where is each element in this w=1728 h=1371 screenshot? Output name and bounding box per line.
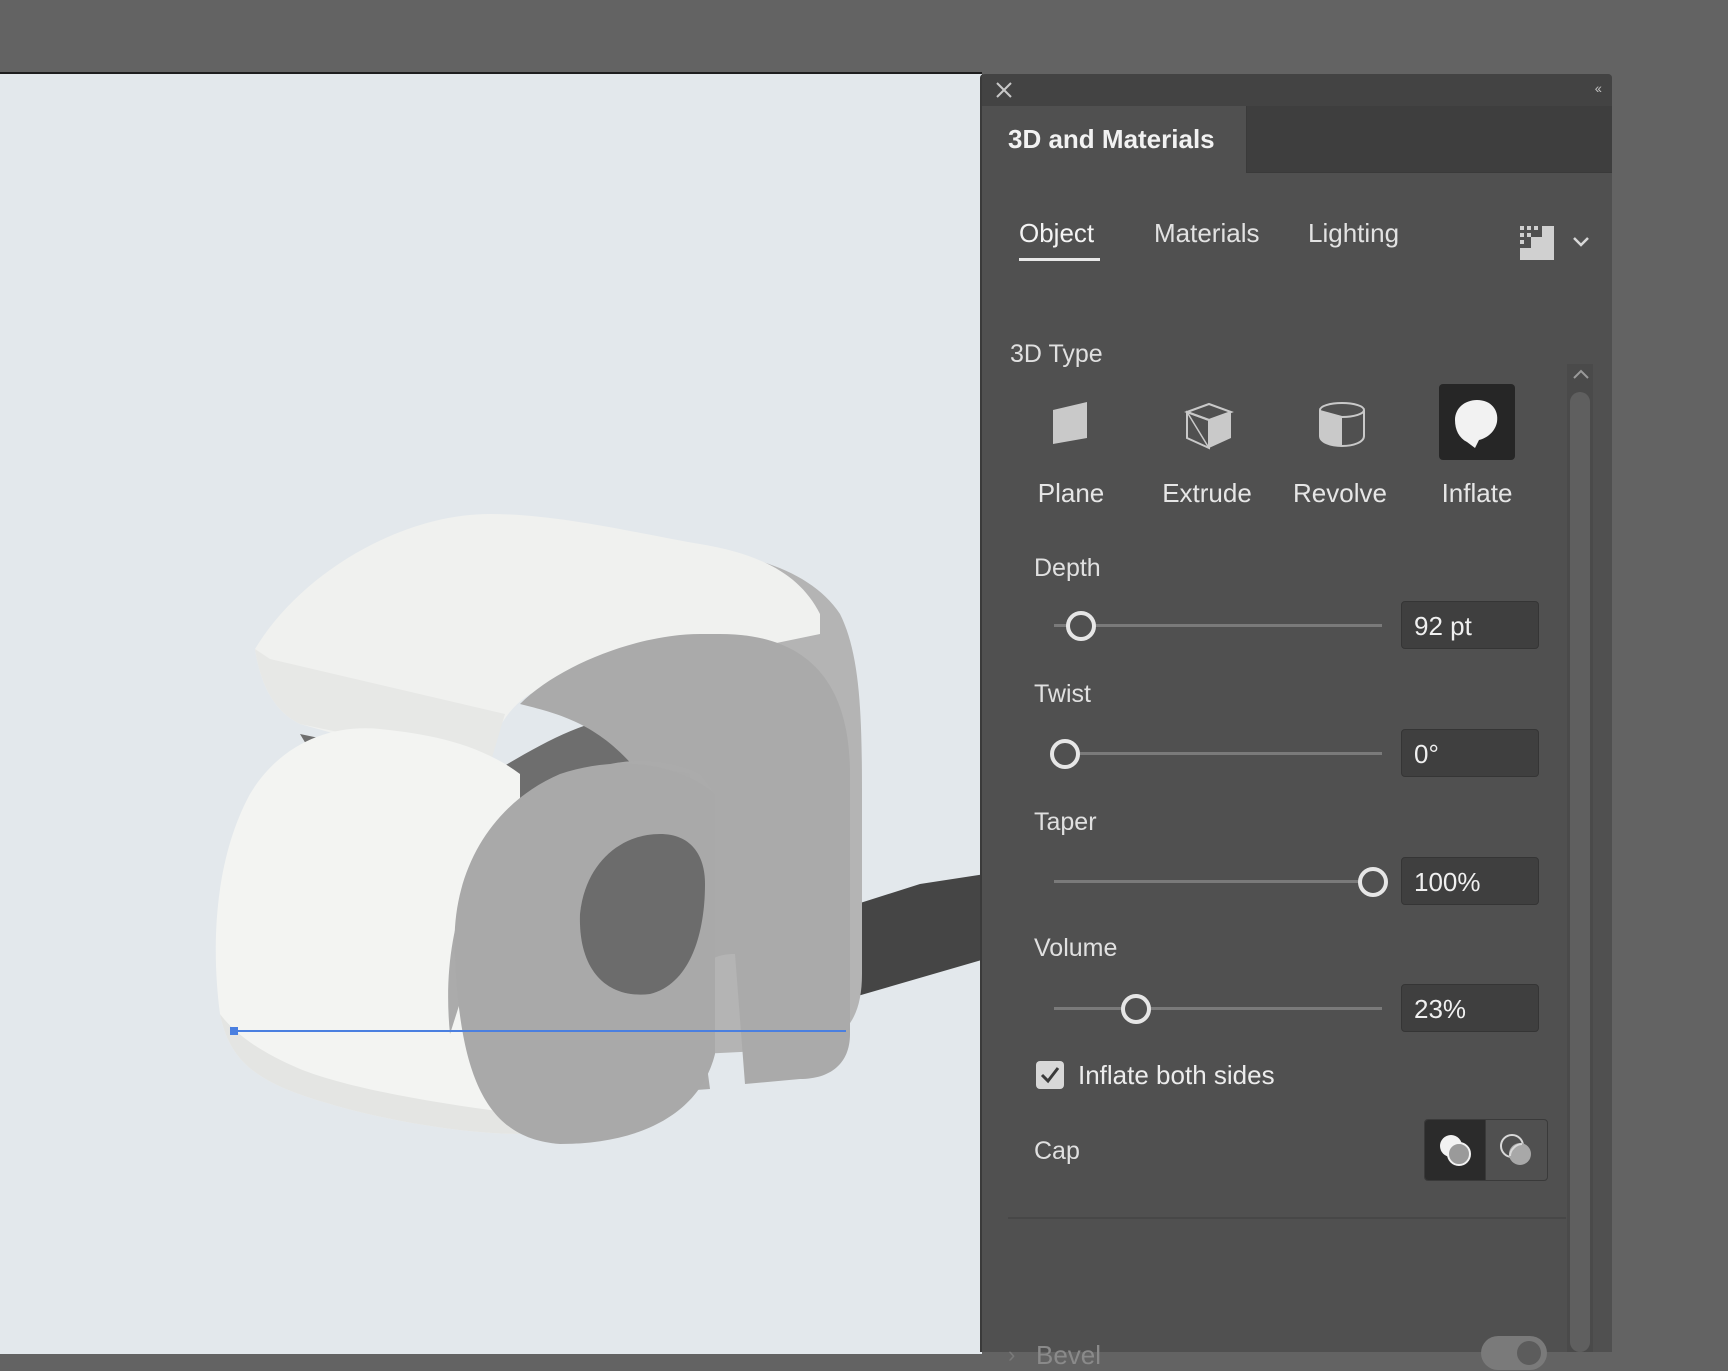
inflate-icon — [1455, 400, 1498, 448]
inflate-both-sides-label: Inflate both sides — [1078, 1060, 1275, 1090]
tab-object[interactable]: Object — [1019, 218, 1094, 249]
taper-input[interactable]: 100% — [1401, 857, 1539, 905]
twist-label: Twist — [1034, 680, 1091, 708]
close-icon[interactable] — [994, 80, 1014, 100]
cap-toggle-group — [1424, 1119, 1548, 1181]
3d-type-plane-label: Plane — [1037, 478, 1105, 508]
twist-input[interactable]: 0° — [1401, 729, 1539, 777]
3d-type-revolve-label: Revolve — [1293, 478, 1387, 508]
panel-tab-3d-materials[interactable]: 3D and Materials — [982, 106, 1247, 173]
scroll-up-arrow-icon[interactable] — [1571, 366, 1591, 382]
bevel-label[interactable]: Bevel — [1036, 1340, 1101, 1371]
extrude-icon — [1184, 402, 1234, 450]
render-quality-icon[interactable] — [1518, 224, 1556, 262]
cap-on-button[interactable] — [1425, 1120, 1485, 1180]
taper-slider-thumb[interactable] — [1358, 867, 1388, 897]
volume-slider-thumb[interactable] — [1121, 994, 1151, 1024]
3d-type-inflate-label: Inflate — [1441, 478, 1513, 508]
inflate-both-sides-checkbox[interactable] — [1036, 1061, 1064, 1089]
revolve-icon — [1319, 402, 1365, 448]
tab-materials[interactable]: Materials — [1154, 218, 1259, 249]
scrollbar-thumb[interactable] — [1570, 392, 1590, 1352]
cap-off-button[interactable] — [1486, 1120, 1546, 1180]
active-tab-underline — [1019, 258, 1100, 261]
section-divider — [1008, 1217, 1566, 1219]
3d-materials-panel: ‹‹ 3D and Materials Object Materials Lig… — [980, 74, 1612, 1370]
3d-type-extrude-button[interactable] — [1169, 384, 1245, 460]
depth-slider-track[interactable] — [1054, 624, 1382, 627]
cap-on-icon — [1440, 1135, 1471, 1166]
panel-tab-strip: 3D and Materials — [982, 106, 1612, 173]
taper-label: Taper — [1034, 808, 1097, 836]
3d-type-revolve-button[interactable] — [1302, 384, 1378, 460]
volume-input[interactable]: 23% — [1401, 984, 1539, 1032]
3d-type-plane-button[interactable] — [1033, 384, 1109, 460]
depth-slider-thumb[interactable] — [1066, 611, 1096, 641]
bevel-toggle[interactable] — [1481, 1336, 1547, 1370]
checkmark-icon — [1040, 1067, 1060, 1084]
bevel-expand-chevron-icon[interactable]: › — [1008, 1342, 1015, 1368]
panel-title-bar[interactable]: ‹‹ — [982, 74, 1612, 106]
3d-type-extrude-label: Extrude — [1162, 478, 1252, 508]
twist-slider-thumb[interactable] — [1050, 739, 1080, 769]
chevron-down-icon[interactable] — [1571, 232, 1591, 252]
bevel-toggle-knob — [1517, 1341, 1541, 1365]
depth-input[interactable]: 92 pt — [1401, 601, 1539, 649]
cap-label: Cap — [1034, 1137, 1080, 1165]
taper-slider-track[interactable] — [1054, 880, 1382, 883]
volume-slider-track[interactable] — [1054, 1007, 1382, 1010]
plane-icon — [1053, 402, 1087, 444]
tab-lighting[interactable]: Lighting — [1308, 218, 1399, 249]
cap-off-icon — [1500, 1134, 1531, 1165]
3d-type-inflate-button[interactable] — [1439, 384, 1515, 460]
3d-type-heading: 3D Type — [1010, 340, 1103, 368]
3d-letter-a-artwork[interactable] — [0, 74, 982, 1354]
twist-slider-track[interactable] — [1054, 752, 1382, 755]
depth-label: Depth — [1034, 554, 1101, 582]
artboard-canvas[interactable] — [0, 72, 982, 1354]
volume-label: Volume — [1034, 934, 1118, 962]
collapse-double-chevron-icon[interactable]: ‹‹ — [1595, 80, 1602, 96]
